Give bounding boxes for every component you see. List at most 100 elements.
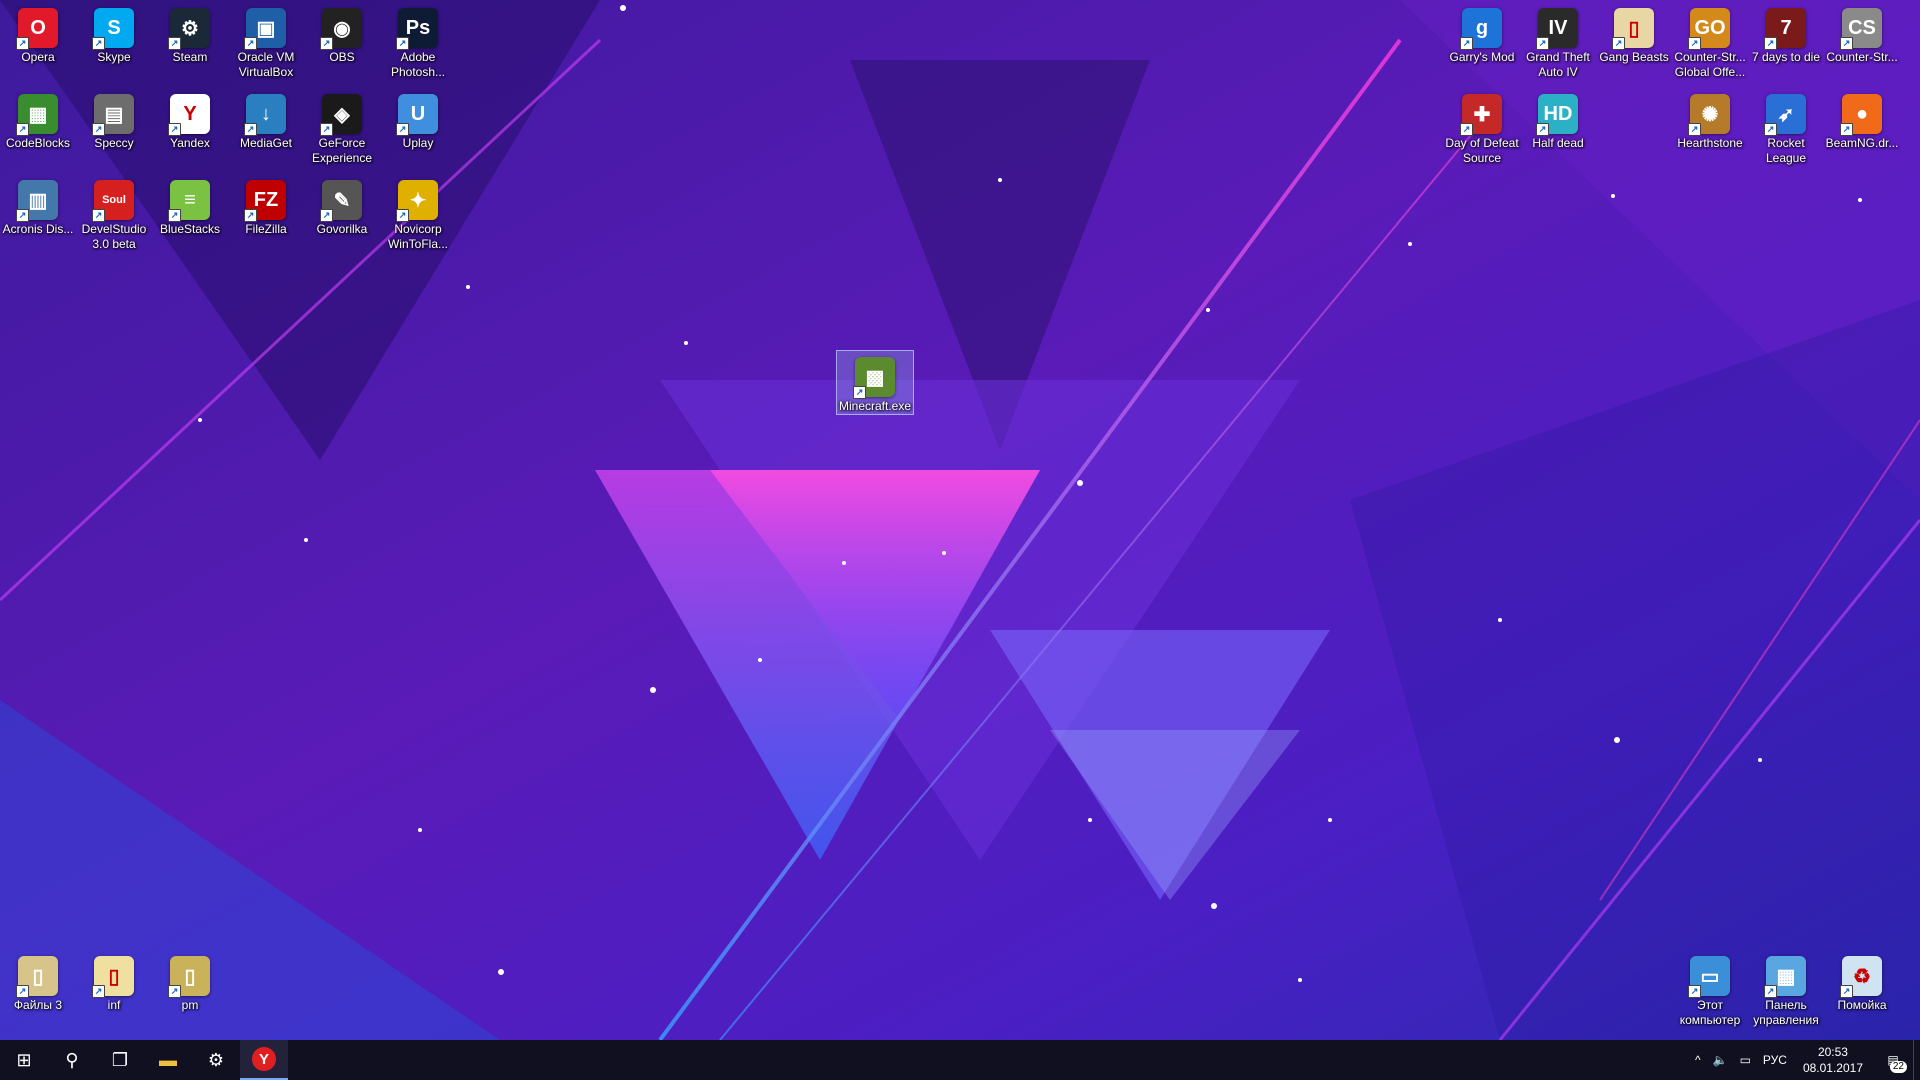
- file-icon: ▯ ↗: [92, 956, 134, 998]
- desktop-icon[interactable]: U ↗ Uplay: [380, 88, 456, 151]
- shortcut-arrow-icon: ↗: [168, 985, 181, 998]
- yandex-icon: Y ↗: [168, 94, 210, 136]
- icon-glyph: ▯: [108, 965, 120, 988]
- desktop-icon[interactable]: ▯ ↗ Файлы 3: [0, 950, 76, 1013]
- desktop-icon[interactable]: ▭ ↗ Этот компьютер: [1672, 950, 1748, 1028]
- network-button[interactable]: ▭: [1734, 1040, 1757, 1080]
- desktop-icon[interactable]: Y ↗ Yandex: [152, 88, 228, 151]
- icon-glyph: Ps: [405, 16, 431, 39]
- shortcut-arrow-icon: ↗: [1764, 37, 1777, 50]
- desktop-icon[interactable]: ▦ ↗ CodeBlocks: [0, 88, 76, 151]
- clock[interactable]: 20:53 08.01.2017: [1793, 1044, 1873, 1076]
- shortcut-arrow-icon: ↗: [396, 209, 409, 222]
- icon-glyph: Y: [183, 102, 197, 125]
- 7days-icon: 7 ↗: [1764, 8, 1806, 50]
- desktop-icon[interactable]: ▣ ↗ Oracle VM VirtualBox: [228, 2, 304, 80]
- desktop-icon[interactable]: FZ ↗ FileZilla: [228, 174, 304, 237]
- task-view-button[interactable]: ❐: [96, 1040, 144, 1080]
- desktop-icon[interactable]: ✦ ↗ Novicorp WinToFla...: [380, 174, 456, 252]
- desktop-icon[interactable]: Ps ↗ Adobe Photosh...: [380, 2, 456, 80]
- desktop-icon[interactable]: ◉ ↗ OBS: [304, 2, 380, 65]
- tray-overflow-chevron[interactable]: ^: [1689, 1040, 1707, 1080]
- desktop-icon[interactable]: HD ↗ Half dead: [1520, 88, 1596, 151]
- steam-taskbar-button[interactable]: ⚙: [192, 1040, 240, 1080]
- desktop-icon-label: Помойка: [1837, 998, 1887, 1012]
- desktop-icon[interactable]: S ↗ Skype: [76, 2, 152, 65]
- yandex-taskbar-button[interactable]: Y: [240, 1040, 288, 1080]
- search-button[interactable]: ⚲: [48, 1040, 96, 1080]
- desktop-icon-label: inf: [107, 998, 121, 1012]
- icon-glyph: ✦: [409, 189, 427, 212]
- desktop-icon[interactable]: Soul ↗ DevelStudio 3.0 beta: [76, 174, 152, 252]
- desktop-icon[interactable]: ▯ ↗ inf: [76, 950, 152, 1013]
- shortcut-arrow-icon: ↗: [92, 209, 105, 222]
- desktop-icon[interactable]: ▦ ↗ Панель управления: [1748, 950, 1824, 1028]
- desktop-icon[interactable]: ≡ ↗ BlueStacks: [152, 174, 228, 237]
- show-desktop-button[interactable]: [1913, 1040, 1920, 1080]
- desktop-icon[interactable]: ▩ ↗ Minecraft.exe: [836, 350, 914, 415]
- desktop-icon-label: MediaGet: [239, 136, 293, 150]
- shortcut-arrow-icon: ↗: [244, 123, 257, 136]
- file-explorer-button[interactable]: ▬: [144, 1040, 192, 1080]
- desktop-icon[interactable]: ↓ ↗ MediaGet: [228, 88, 304, 151]
- icon-glyph: IV: [1548, 16, 1568, 39]
- shortcut-arrow-icon: ↗: [16, 37, 29, 50]
- language-indicator[interactable]: РУС: [1757, 1040, 1793, 1080]
- desktop-icon[interactable]: GO ↗ Counter-Str... Global Offe...: [1672, 2, 1748, 80]
- icon-glyph: U: [410, 102, 426, 125]
- desktop-icon[interactable]: ▯ ↗ pm: [152, 950, 228, 1013]
- icon-glyph: ◉: [333, 17, 351, 40]
- desktop-icon-label: Opera: [21, 50, 55, 64]
- desktop-icon-label: Acronis Dis...: [2, 222, 74, 236]
- desktop-icon[interactable]: ⚙ ↗ Steam: [152, 2, 228, 65]
- opera-icon: O ↗: [16, 8, 58, 50]
- icon-glyph: 7: [1780, 16, 1792, 39]
- desktop-icon-label: FileZilla: [245, 222, 287, 236]
- shortcut-arrow-icon: ↗: [1764, 123, 1777, 136]
- desktop-icon[interactable]: g ↗ Garry's Mod: [1444, 2, 1520, 65]
- desktop-icon[interactable]: ● ↗ BeamNG.dr...: [1824, 88, 1900, 151]
- bluestacks-icon: ≡ ↗: [168, 180, 210, 222]
- shortcut-arrow-icon: ↗: [244, 37, 257, 50]
- desktop-icon[interactable]: ✚ ↗ Day of Defeat Source: [1444, 88, 1520, 166]
- csgo-icon: GO ↗: [1688, 8, 1730, 50]
- shortcut-arrow-icon: ↗: [168, 123, 181, 136]
- icon-glyph: ●: [1855, 102, 1869, 125]
- action-center-button[interactable]: ▤ 22: [1873, 1040, 1913, 1080]
- desktop-icon[interactable]: ▥ ↗ Acronis Dis...: [0, 174, 76, 237]
- desktop-icon[interactable]: ✎ ↗ Govorilka: [304, 174, 380, 237]
- desktop-icon-label: DevelStudio 3.0 beta: [81, 222, 147, 251]
- desktop-icon[interactable]: IV ↗ Grand Theft Auto IV: [1520, 2, 1596, 80]
- desktop-icon-label: Garry's Mod: [1449, 50, 1515, 64]
- icon-glyph: ✺: [1701, 103, 1719, 126]
- desktop-icon[interactable]: ◈ ↗ GeForce Experience: [304, 88, 380, 166]
- desktop-icon[interactable]: ➶ ↗ Rocket League: [1748, 88, 1824, 166]
- icon-glyph: ▯: [184, 965, 196, 988]
- desktop-icon-label: Steam: [172, 50, 208, 64]
- start-button[interactable]: ⊞: [0, 1040, 48, 1080]
- network-icon: ▭: [1739, 1053, 1751, 1067]
- develstudio-icon: Soul ↗: [92, 180, 134, 222]
- steam-icon: ⚙: [207, 1049, 225, 1070]
- desktop-icon[interactable]: 7 ↗ 7 days to die: [1748, 2, 1824, 65]
- shortcut-arrow-icon: ↗: [1840, 985, 1853, 998]
- beamng-icon: ● ↗: [1840, 94, 1882, 136]
- desktop-wallpaper: [0, 0, 1920, 1040]
- desktop-icon[interactable]: ▤ ↗ Speccy: [76, 88, 152, 151]
- desktop-icon[interactable]: O ↗ Opera: [0, 2, 76, 65]
- icon-glyph: ⚙: [181, 17, 199, 40]
- desktop-icon-label: Этот компьютер: [1679, 998, 1741, 1027]
- shortcut-arrow-icon: ↗: [244, 209, 257, 222]
- dod-icon: ✚ ↗: [1460, 94, 1502, 136]
- desktop-icon-label: Govorilka: [316, 222, 368, 236]
- desktop-icon[interactable]: CS ↗ Counter-Str...: [1824, 2, 1900, 65]
- icon-glyph: ◈: [334, 103, 350, 126]
- desktop-icon[interactable]: ♻ ↗ Помойка: [1824, 950, 1900, 1013]
- wintoflash-icon: ✦ ↗: [396, 180, 438, 222]
- desktop-icon[interactable]: ✺ ↗ Hearthstone: [1672, 88, 1748, 151]
- volume-button[interactable]: 🔈: [1707, 1040, 1734, 1080]
- desktop-icon[interactable]: ▯ ↗ Gang Beasts: [1596, 2, 1672, 65]
- shortcut-arrow-icon: ↗: [1460, 123, 1473, 136]
- shortcut-arrow-icon: ↗: [853, 386, 866, 399]
- icon-glyph: O: [30, 16, 46, 39]
